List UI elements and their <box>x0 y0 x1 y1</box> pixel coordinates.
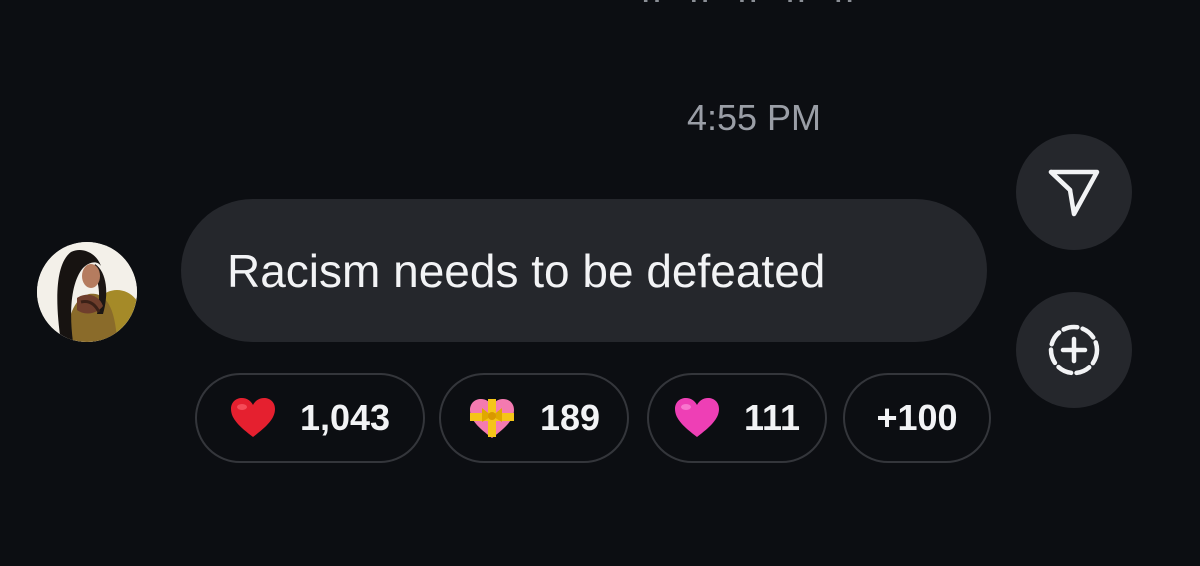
add-circle-icon <box>1048 324 1100 376</box>
message-text: Racism needs to be defeated <box>227 244 826 297</box>
sender-avatar[interactable] <box>37 242 137 342</box>
chat-view: ‥ ‥ ‥ ‥ ‥ 4:55 PM Racism needs to be def… <box>0 0 1200 566</box>
reaction-heart-with-ribbon[interactable]: 189 <box>439 373 629 463</box>
pink-heart-icon <box>674 397 720 439</box>
add-reaction-button[interactable] <box>1016 292 1132 408</box>
reaction-pink-heart[interactable]: 111 <box>647 373 827 463</box>
reaction-red-heart[interactable]: 1,043 <box>195 373 425 463</box>
send-icon <box>1048 169 1100 217</box>
heart-with-ribbon-icon <box>468 396 516 440</box>
previous-message-fragment: ‥ ‥ ‥ ‥ ‥ <box>640 0 880 6</box>
more-reactions-count: +100 <box>876 397 958 438</box>
avatar-image <box>37 242 137 342</box>
reaction-count: 1,043 <box>299 397 391 438</box>
reaction-count: 111 <box>743 397 801 438</box>
red-heart-icon <box>230 397 276 439</box>
message-bubble[interactable]: Racism needs to be defeated <box>181 199 987 342</box>
message-timestamp: 4:55 PM <box>686 97 822 138</box>
more-reactions-button[interactable]: +100 <box>843 373 991 463</box>
reaction-count: 189 <box>539 397 601 438</box>
share-button[interactable] <box>1016 134 1132 250</box>
